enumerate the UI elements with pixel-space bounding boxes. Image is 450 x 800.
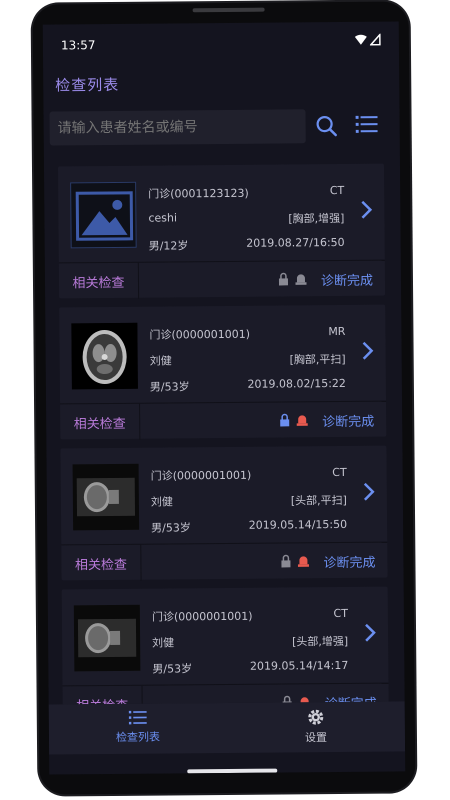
study-card[interactable]: 门诊(0001123123) CT ceshi [胸部,增强] 男/12岁 20… — [57, 163, 386, 300]
sex-age: 男/53岁 — [149, 380, 190, 394]
nav-tab-list-label: 检查列表 — [115, 730, 161, 744]
body-part: [头部,增强] — [291, 634, 349, 649]
list-view-icon[interactable] — [355, 115, 378, 139]
patient-name: 刘健 — [152, 636, 175, 650]
footer-icons — [279, 413, 308, 427]
modality-label: CT — [332, 465, 347, 480]
diagnosis-status: 诊断完成 — [322, 414, 375, 431]
patient-name: 刘健 — [150, 495, 173, 509]
lock-icon — [280, 413, 290, 427]
card-footer: 相关检查 诊断完成 — [61, 541, 388, 582]
alarm-icon — [297, 556, 309, 567]
nav-tab-settings[interactable]: 设置 — [227, 701, 405, 753]
chevron-right-icon[interactable] — [360, 200, 373, 224]
diagnosis-status: 诊断完成 — [320, 273, 374, 290]
wifi-icon — [354, 34, 367, 45]
visit-id: 门诊(0000001001) — [150, 468, 252, 483]
alarm-icon — [296, 415, 308, 426]
app-screen: 13:57 检查列表 门诊(0001123123) CT ces — [42, 21, 406, 775]
brain-mr-image — [71, 322, 138, 390]
page-title: 检查列表 — [55, 75, 120, 95]
alarm-icon — [295, 274, 307, 285]
related-exams-button[interactable]: 相关检查 — [60, 403, 141, 441]
sex-age: 男/53岁 — [152, 662, 193, 676]
chevron-right-icon[interactable] — [363, 482, 375, 506]
visit-id: 门诊(0001123123) — [148, 186, 249, 201]
card-footer: 相关检查 诊断完成 — [58, 259, 386, 300]
signal-icon — [369, 33, 381, 46]
study-list[interactable]: 门诊(0001123123) CT ceshi [胸部,增强] 男/12岁 20… — [44, 153, 405, 705]
status-icons — [354, 33, 381, 46]
patient-name: 刘健 — [149, 354, 172, 368]
study-date: 2019.05.14/15:50 — [248, 517, 348, 532]
sex-age: 男/53岁 — [151, 521, 191, 535]
gear-icon — [308, 709, 324, 725]
modality-label: MR — [328, 324, 346, 339]
modality-label: CT — [333, 606, 348, 621]
speaker-grille — [192, 7, 265, 13]
study-card[interactable]: 门诊(0000001001) CT 刘健 [头部,增强] 男/53岁 2019.… — [61, 586, 389, 705]
status-bar: 13:57 — [43, 21, 399, 66]
search-input[interactable] — [57, 118, 306, 137]
head-ct-image — [72, 463, 140, 531]
related-exams-button[interactable]: 相关检查 — [58, 262, 140, 300]
placeholder-image-icon — [70, 181, 137, 249]
visit-id: 门诊(0000001001) — [149, 327, 251, 342]
nav-tab-settings-label: 设置 — [304, 731, 328, 745]
study-date: 2019.05.14/14:17 — [249, 658, 349, 673]
status-time: 13:57 — [60, 38, 96, 53]
related-exams-button[interactable]: 相关检查 — [61, 544, 142, 582]
bottom-nav: 检查列表 设置 — [48, 701, 406, 755]
lock-icon — [278, 272, 289, 286]
footer-icons — [278, 272, 307, 286]
nav-tab-list[interactable]: 检查列表 — [49, 703, 227, 755]
related-exams-button[interactable]: 相关检查 — [62, 685, 143, 705]
home-indicator[interactable] — [187, 768, 278, 774]
visit-id: 门诊(0000001001) — [151, 609, 253, 624]
body-part: [胸部,平扫] — [289, 352, 346, 367]
search-icon[interactable] — [316, 115, 338, 141]
body-part: [胸部,增强] — [288, 211, 345, 226]
card-footer: 相关检查 诊断完成 — [60, 400, 387, 441]
chevron-right-icon[interactable] — [362, 341, 374, 365]
patient-name: ceshi — [148, 211, 178, 225]
study-card[interactable]: 门诊(0000001001) CT 刘健 [头部,平扫] 男/53岁 2019.… — [60, 445, 388, 582]
study-date: 2019.08.02/15:22 — [247, 376, 346, 391]
study-date: 2019.08.27/16:50 — [246, 235, 345, 250]
chevron-right-icon[interactable] — [364, 623, 376, 647]
search-bar[interactable] — [49, 109, 306, 146]
phone-device: 13:57 检查列表 门诊(0001123123) CT ces — [32, 1, 416, 795]
study-card[interactable]: 门诊(0000001001) MR 刘健 [胸部,平扫] 男/53岁 2019.… — [59, 304, 387, 441]
head-ct-image — [73, 604, 141, 672]
diagnosis-status: 诊断完成 — [323, 555, 376, 572]
lock-icon — [281, 554, 291, 568]
modality-label: CT — [329, 183, 345, 198]
body-part: [头部,平扫] — [290, 493, 347, 508]
list-icon — [128, 710, 147, 725]
sex-age: 男/12岁 — [148, 239, 189, 253]
footer-icons — [280, 554, 309, 568]
